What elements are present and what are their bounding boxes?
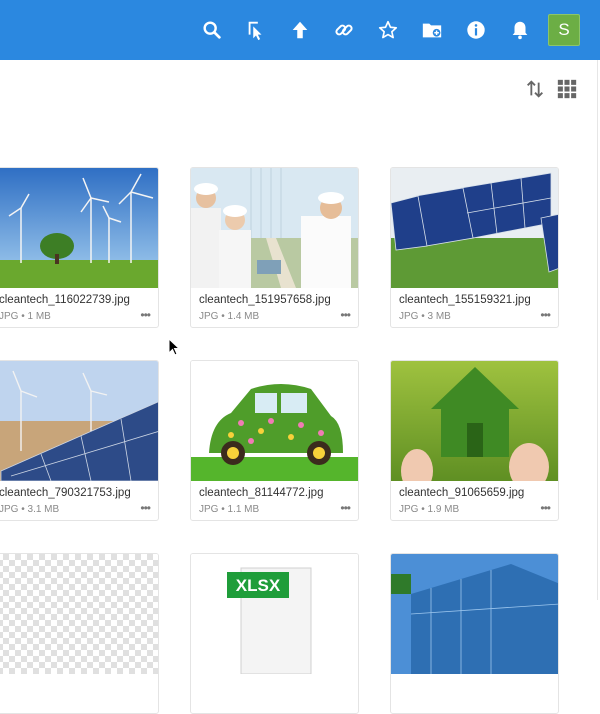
more-options-icon[interactable]: ••• <box>140 308 151 322</box>
scroll-edge <box>597 60 598 600</box>
search-icon[interactable] <box>196 14 228 46</box>
thumbnail-transparent <box>0 554 158 674</box>
file-card[interactable] <box>390 553 559 714</box>
file-meta: JPG • 3 MB <box>399 311 451 322</box>
top-bar: S <box>0 0 600 60</box>
thumbnail-xlsx: XLSX <box>191 554 358 674</box>
info-icon[interactable] <box>460 14 492 46</box>
thumbnail-green-house <box>391 361 558 481</box>
sort-icon[interactable] <box>524 78 546 100</box>
more-options-icon[interactable]: ••• <box>340 501 351 515</box>
link-icon[interactable] <box>328 14 360 46</box>
file-name: cleantech_116022739.jpg <box>0 294 130 306</box>
file-card[interactable] <box>0 553 159 714</box>
file-name: cleantech_151957658.jpg <box>199 294 331 306</box>
more-options-icon[interactable]: ••• <box>140 501 151 515</box>
file-card[interactable]: XLSX <box>190 553 359 714</box>
upload-icon[interactable] <box>284 14 316 46</box>
file-card[interactable]: cleantech_790321753.jpg JPG • 3.1 MB ••• <box>0 360 159 521</box>
file-meta: JPG • 1 MB <box>0 311 51 322</box>
star-icon[interactable] <box>372 14 404 46</box>
new-folder-icon[interactable] <box>416 14 448 46</box>
xlsx-label: XLSX <box>236 576 281 595</box>
thumbnail-solar-wind <box>0 361 158 481</box>
file-card[interactable]: cleantech_91065659.jpg JPG • 1.9 MB ••• <box>390 360 559 521</box>
grid-view-icon[interactable] <box>556 78 578 100</box>
file-card[interactable]: cleantech_81144772.jpg JPG • 1.1 MB ••• <box>190 360 359 521</box>
file-name: cleantech_155159321.jpg <box>399 294 531 306</box>
file-card[interactable]: cleantech_151957658.jpg JPG • 1.4 MB ••• <box>190 167 359 328</box>
thumbnail-flower-car <box>191 361 358 481</box>
thumbnail-glass-building <box>391 554 558 674</box>
file-meta: JPG • 3.1 MB <box>0 504 60 515</box>
thumbnail-engineers <box>191 168 358 288</box>
file-meta: JPG • 1.1 MB <box>199 504 260 515</box>
thumbnail-wind-turbines <box>0 168 158 288</box>
file-card[interactable]: cleantech_116022739.jpg JPG • 1 MB ••• <box>0 167 159 328</box>
file-name: cleantech_81144772.jpg <box>199 487 324 499</box>
mouse-cursor <box>168 337 181 356</box>
bell-icon[interactable] <box>504 14 536 46</box>
file-name: cleantech_91065659.jpg <box>399 487 525 499</box>
select-icon[interactable] <box>240 14 272 46</box>
thumbnail-solar-panels <box>391 168 558 288</box>
more-options-icon[interactable]: ••• <box>340 308 351 322</box>
more-options-icon[interactable]: ••• <box>540 501 551 515</box>
file-card[interactable]: cleantech_155159321.jpg JPG • 3 MB ••• <box>390 167 559 328</box>
file-name: cleantech_790321753.jpg <box>0 487 131 499</box>
file-meta: JPG • 1.4 MB <box>199 311 260 322</box>
more-options-icon[interactable]: ••• <box>540 308 551 322</box>
file-meta: JPG • 1.9 MB <box>399 504 460 515</box>
avatar[interactable]: S <box>548 14 580 46</box>
